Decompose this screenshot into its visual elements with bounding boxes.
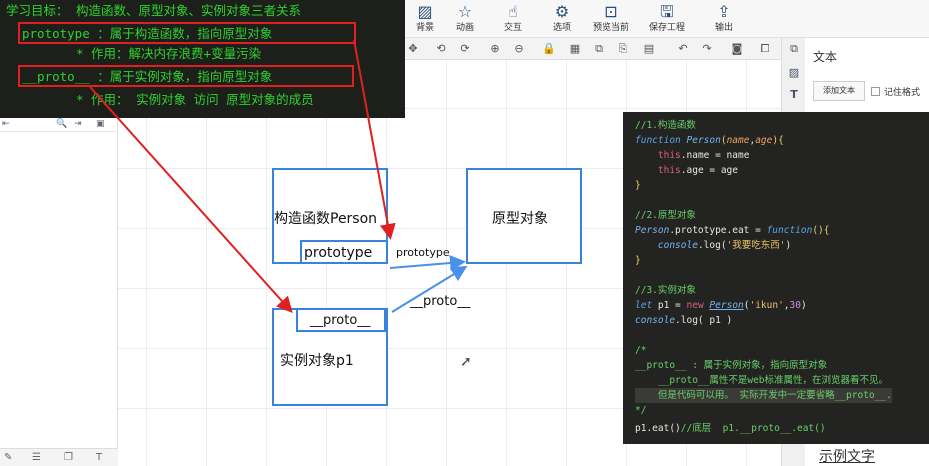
code-line-7: Person.prototype.eat = function(){ [635, 225, 830, 236]
code-line-13: /* [635, 345, 647, 356]
proto-field-label: __proto__ [310, 313, 371, 328]
prototype-field-label: prototype [304, 245, 373, 261]
code-line-15: __proto__属性不是web标准属性，在浏览器看不见。 [635, 375, 889, 386]
move-icon[interactable]: ✥ [405, 41, 421, 57]
edit-icon[interactable]: ✎ [4, 452, 12, 463]
background-icon: ▨ [417, 2, 433, 21]
list-icon[interactable]: ☰ [32, 452, 41, 463]
export-button[interactable]: ⇪ 输出 [694, 0, 754, 38]
zoom-in-icon[interactable]: ⊕ [487, 41, 503, 57]
code-line-4: this.age = age [657, 165, 738, 176]
arrow-proto-label: __proto__ [410, 294, 471, 309]
proto-purpose-line: * 作用： 实例对象 访问 原型对象的成员 [76, 92, 314, 107]
copy-icon[interactable]: ⧉ [591, 41, 607, 57]
redo-icon[interactable]: ↷ [699, 41, 715, 57]
constructor-label: 构造函数Person [274, 211, 378, 227]
animation-star-icon: ☆ [457, 2, 473, 21]
code-line-14: __proto__ : 属于实例对象，指向原型对象 [635, 360, 828, 371]
lock-icon[interactable]: 🔒 [541, 41, 557, 57]
settings-gear-icon: ⚙ [554, 2, 570, 21]
save-project-button[interactable]: 🖫 保存工程 [637, 0, 697, 38]
left-panel-toolbar: ⇤ 🔍 ⇥ ▣ [0, 118, 118, 132]
prototype-purpose-line: * 作用：解决内存浪费+变量污染 [76, 46, 262, 61]
remember-format-label: 记住格式 [884, 88, 921, 98]
zoom-out-icon[interactable]: ⊖ [511, 41, 527, 57]
code-line-18: p1.eat()//底层 p1.__proto__.eat() [635, 423, 826, 434]
rotate-left-icon[interactable]: ⟲ [433, 41, 449, 57]
text-tool-icon[interactable]: T [96, 452, 102, 463]
code-line-1: //1.构造函数 [635, 120, 696, 131]
text-icon[interactable]: T [787, 88, 801, 102]
top-ribbon: ▨ 背景 ☆ 动画 ☝ 交互 ⚙ 选项 ⊡ 预览当前 🖫 保存工程 ⇪ 输出 [405, 0, 929, 38]
prototype-object-label: 原型对象 [492, 211, 548, 227]
arrow-prototype-label: prototype [396, 246, 450, 259]
save-project-label: 保存工程 [648, 23, 685, 33]
proto-field-box[interactable]: __proto__ [296, 308, 386, 332]
code-line-5: } [635, 180, 641, 191]
code-line-9: } [635, 255, 641, 266]
code-line-10: //3.实例对象 [635, 285, 696, 296]
left-panel: ⇤ 🔍 ⇥ ▣ [0, 118, 118, 466]
checkbox-icon [871, 87, 880, 96]
panel-title: 文本 [813, 50, 838, 64]
code-line-12: console.log( p1 ) [635, 315, 733, 326]
code-line-11: let p1 = new Person('ikun',30) [635, 300, 807, 311]
expand-right-icon[interactable]: ⇥ [74, 119, 82, 129]
prototype-field-box[interactable]: prototype [300, 240, 388, 264]
camera-icon[interactable]: ◙ [729, 41, 745, 57]
grid-icon[interactable]: ▦ [567, 41, 583, 57]
code-line-2: function Person(name,age){ [635, 135, 784, 146]
code-line-16: 但是代码可以用。 实际开发中一定要省略__proto__. [635, 388, 892, 403]
preview-icon: ⊡ [604, 2, 618, 21]
code-overlay: //1.构造函数 function Person(name,age){ this… [623, 112, 929, 444]
canvas-toolbar: ✥ ⟲ ⟳ ⊕ ⊖ 🔒 ▦ ⧉ ⎘ ▤ ↶ ↷ ◙ ⧠ [405, 38, 781, 60]
remember-format-checkbox[interactable]: 记住格式 [871, 85, 920, 98]
prototype-highlight-box [18, 22, 356, 44]
paste-icon[interactable]: ⎘ [615, 41, 631, 57]
layers-icon[interactable]: ❐ [64, 452, 73, 463]
save-icon: 🖫 [660, 2, 674, 21]
export-icon: ⇪ [717, 2, 731, 21]
rotate-right-icon[interactable]: ⟳ [457, 41, 473, 57]
instance-label: 实例对象p1 [280, 353, 354, 369]
code-line-6: //2.原型对象 [635, 210, 696, 221]
learning-goal-line: 学习目标： 构造函数、原型对象、实例对象三者关系 [6, 3, 302, 18]
align-icon[interactable]: ▤ [641, 41, 657, 57]
search-icon[interactable]: 🔍 [56, 119, 67, 129]
copy-style-icon[interactable]: ⧉ [787, 42, 801, 56]
collapse-icon[interactable]: ⇤ [2, 119, 10, 129]
sample-text[interactable]: 示例文字 [819, 446, 875, 466]
mouse-cursor-icon: ➚ [460, 354, 472, 370]
window-icon[interactable]: ⧠ [757, 41, 773, 57]
panel-icon[interactable]: ▣ [96, 119, 105, 129]
preview-current-button[interactable]: ⊡ 预览当前 [581, 0, 641, 38]
code-line-17: */ [635, 405, 647, 416]
notes-overlay: 学习目标： 构造函数、原型对象、实例对象三者关系 prototype ：属于构造… [0, 0, 405, 118]
image-icon[interactable]: ▨ [787, 66, 801, 80]
app-window: ▨ 背景 ☆ 动画 ☝ 交互 ⚙ 选项 ⊡ 预览当前 🖫 保存工程 ⇪ 输出 ✥ [0, 0, 929, 466]
add-text-button[interactable]: 添加文本 [813, 81, 865, 101]
code-line-3: this.name = name [657, 150, 750, 161]
proto-highlight-box [18, 65, 354, 87]
prototype-object-box[interactable]: 原型对象 [466, 168, 582, 264]
export-label: 输出 [714, 23, 733, 33]
left-bottom-bar: ✎ ☰ ❐ T [0, 448, 118, 466]
interaction-pointer-icon: ☝ [508, 2, 518, 21]
preview-current-label: 预览当前 [592, 23, 629, 33]
undo-icon[interactable]: ↶ [675, 41, 691, 57]
code-line-8: console.log('我要吃东西') [657, 240, 792, 251]
